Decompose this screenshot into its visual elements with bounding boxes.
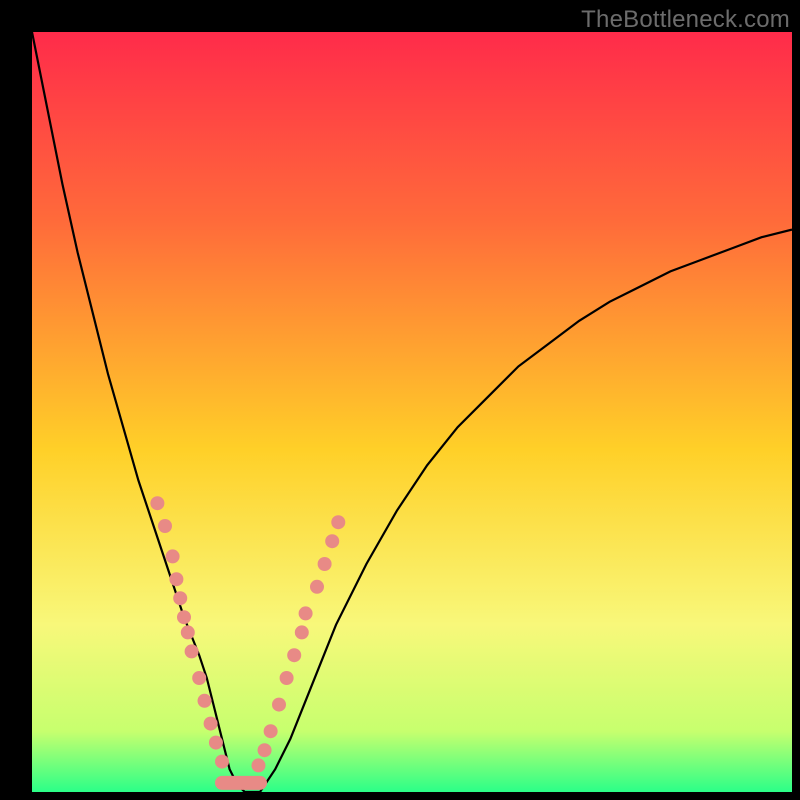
cluster-dot <box>331 515 345 529</box>
chart-frame: TheBottleneck.com <box>0 0 800 800</box>
cluster-dot <box>264 724 278 738</box>
gradient-background <box>32 32 792 792</box>
cluster-dot <box>215 755 229 769</box>
cluster-dot <box>173 591 187 605</box>
cluster-dot <box>209 736 223 750</box>
watermark-text: TheBottleneck.com <box>581 6 790 34</box>
cluster-dot <box>169 572 183 586</box>
cluster-dot <box>295 625 309 639</box>
cluster-dot <box>192 671 206 685</box>
cluster-dot <box>287 648 301 662</box>
cluster-dot <box>299 606 313 620</box>
cluster-dot <box>185 644 199 658</box>
cluster-dot <box>310 580 324 594</box>
cluster-dot <box>158 519 172 533</box>
bottleneck-chart <box>32 32 792 792</box>
cluster-dot <box>198 694 212 708</box>
cluster-dot <box>150 496 164 510</box>
cluster-dot <box>204 717 218 731</box>
cluster-dot <box>258 743 272 757</box>
cluster-dot <box>177 610 191 624</box>
cluster-dot <box>280 671 294 685</box>
cluster-dot <box>166 549 180 563</box>
cluster-dot <box>251 758 265 772</box>
cluster-dot <box>272 698 286 712</box>
cluster-dot <box>325 534 339 548</box>
cluster-dot <box>181 625 195 639</box>
cluster-dot <box>318 557 332 571</box>
